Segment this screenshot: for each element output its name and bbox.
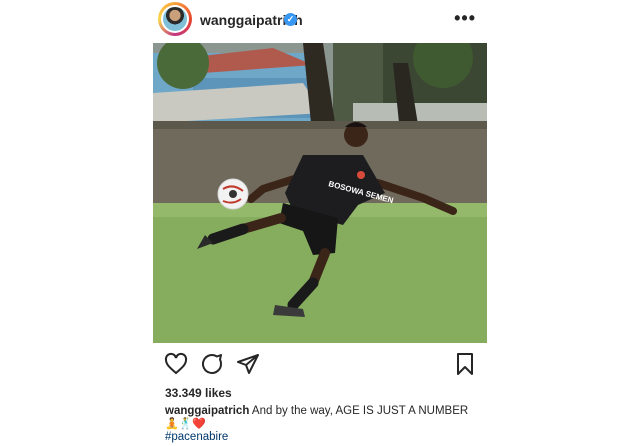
avatar[interactable] [158, 2, 192, 36]
avatar-ring-inner [161, 5, 189, 33]
caption-hashtag[interactable]: #pacenabire [165, 431, 228, 443]
avatar-image [163, 7, 187, 31]
post-actions [164, 352, 476, 376]
share-send-icon[interactable] [236, 352, 260, 376]
like-heart-icon[interactable] [164, 352, 188, 376]
post-caption: wanggaipatrich And by the way, AGE IS JU… [165, 404, 485, 419]
caption-username[interactable]: wanggaipatrich [165, 405, 249, 417]
bookmark-icon[interactable] [453, 352, 477, 376]
post-header: wanggaipatrich ✓ ••• [158, 2, 488, 38]
soccer-ball [217, 178, 249, 210]
caption-text: And by the way, AGE IS JUST A NUMBER [251, 405, 469, 417]
caption-emojis: 🧘🕺❤️ [165, 418, 207, 430]
likes-count[interactable]: 33.349 likes [165, 386, 232, 400]
more-options-icon[interactable]: ••• [454, 8, 476, 29]
comment-icon[interactable] [200, 352, 224, 376]
post-photo[interactable]: BOSOWA SEMEN [153, 43, 487, 343]
verified-badge-icon: ✓ [284, 13, 297, 26]
